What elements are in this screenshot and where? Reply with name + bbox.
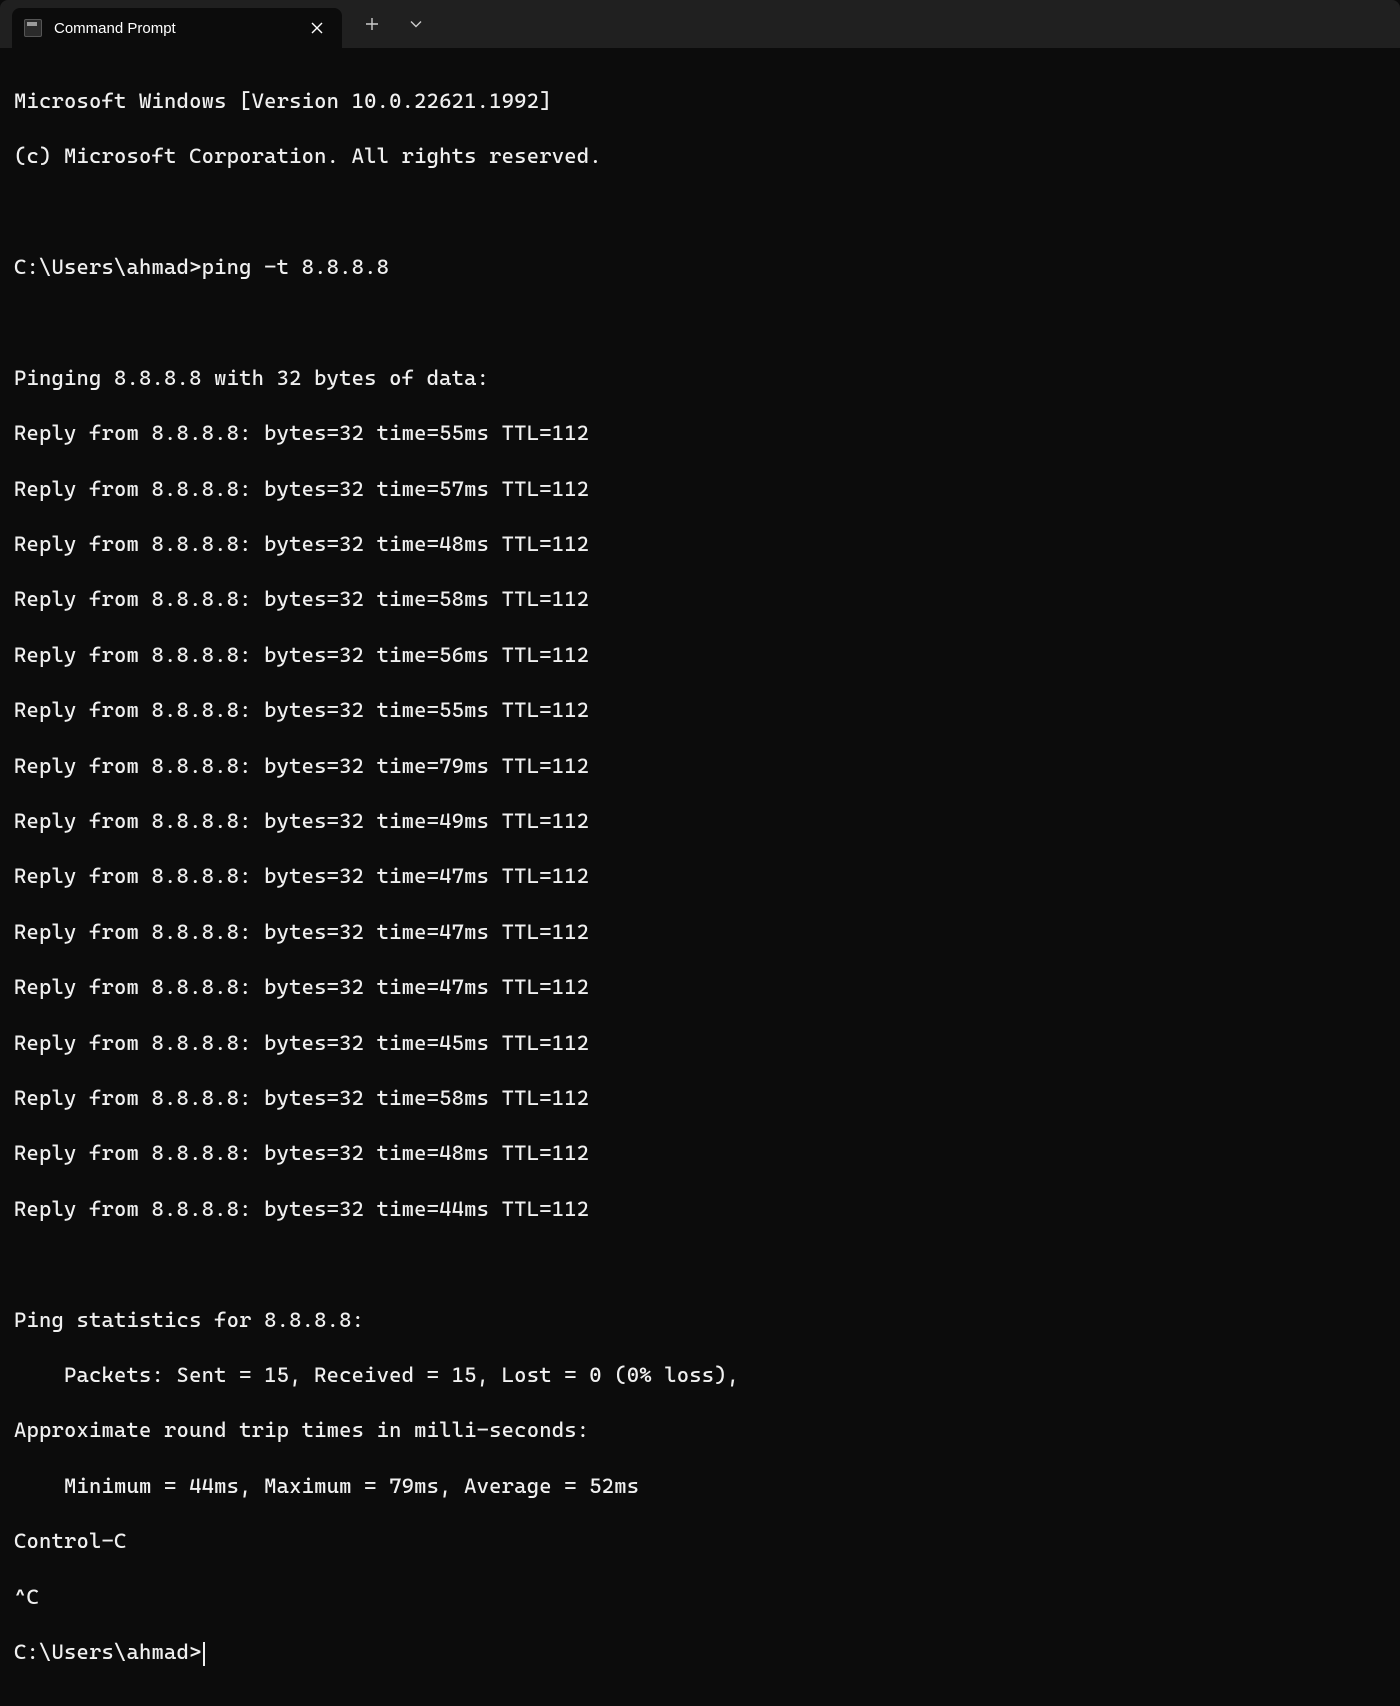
ping-reply: Reply from 8.8.8.8: bytes=32 time=48ms T…: [14, 1140, 1386, 1168]
stats-header: Ping statistics for 8.8.8.8:: [14, 1307, 1386, 1335]
ping-reply: Reply from 8.8.8.8: bytes=32 time=49ms T…: [14, 808, 1386, 836]
stats-packets: Packets: Sent = 15, Received = 15, Lost …: [14, 1362, 1386, 1390]
blank-line: [14, 199, 1386, 227]
ping-reply: Reply from 8.8.8.8: bytes=32 time=58ms T…: [14, 586, 1386, 614]
ping-reply: Reply from 8.8.8.8: bytes=32 time=57ms T…: [14, 476, 1386, 504]
plus-icon: [366, 18, 378, 30]
ping-reply: Reply from 8.8.8.8: bytes=32 time=47ms T…: [14, 974, 1386, 1002]
ping-reply: Reply from 8.8.8.8: bytes=32 time=47ms T…: [14, 919, 1386, 947]
blank-line: [14, 309, 1386, 337]
ping-reply: Reply from 8.8.8.8: bytes=32 time=47ms T…: [14, 863, 1386, 891]
tab-command-prompt[interactable]: Command Prompt: [12, 8, 342, 48]
command-text: ping -t 8.8.8.8: [202, 255, 390, 279]
text-cursor: [203, 1642, 205, 1666]
close-icon: [311, 22, 323, 34]
ping-reply: Reply from 8.8.8.8: bytes=32 time=58ms T…: [14, 1085, 1386, 1113]
stats-rtt-header: Approximate round trip times in milli-se…: [14, 1417, 1386, 1445]
ping-header: Pinging 8.8.8.8 with 32 bytes of data:: [14, 365, 1386, 393]
titlebar: Command Prompt: [0, 0, 1400, 48]
interrupt-sigint: ^C: [14, 1584, 1386, 1612]
titlebar-actions: [350, 0, 438, 48]
os-version-line: Microsoft Windows [Version 10.0.22621.19…: [14, 88, 1386, 116]
close-tab-button[interactable]: [306, 17, 328, 39]
ping-reply: Reply from 8.8.8.8: bytes=32 time=56ms T…: [14, 642, 1386, 670]
prompt-line: C:\Users\ahmad>: [14, 1639, 1386, 1667]
ping-reply: Reply from 8.8.8.8: bytes=32 time=79ms T…: [14, 753, 1386, 781]
copyright-line: (c) Microsoft Corporation. All rights re…: [14, 143, 1386, 171]
prompt-path: C:\Users\ahmad>: [14, 255, 202, 279]
ping-reply: Reply from 8.8.8.8: bytes=32 time=48ms T…: [14, 531, 1386, 559]
stats-rtt-values: Minimum = 44ms, Maximum = 79ms, Average …: [14, 1473, 1386, 1501]
terminal-output[interactable]: Microsoft Windows [Version 10.0.22621.19…: [0, 48, 1400, 1706]
chevron-down-icon: [410, 20, 422, 28]
tab-dropdown-button[interactable]: [394, 4, 438, 44]
new-tab-button[interactable]: [350, 4, 394, 44]
interrupt-label: Control-C: [14, 1528, 1386, 1556]
prompt-path: C:\Users\ahmad>: [14, 1640, 202, 1664]
ping-reply: Reply from 8.8.8.8: bytes=32 time=45ms T…: [14, 1030, 1386, 1058]
blank-line: [14, 1251, 1386, 1279]
terminal-icon: [24, 19, 42, 37]
ping-reply: Reply from 8.8.8.8: bytes=32 time=55ms T…: [14, 420, 1386, 448]
command-line: C:\Users\ahmad>ping -t 8.8.8.8: [14, 254, 1386, 282]
ping-reply: Reply from 8.8.8.8: bytes=32 time=55ms T…: [14, 697, 1386, 725]
ping-reply: Reply from 8.8.8.8: bytes=32 time=44ms T…: [14, 1196, 1386, 1224]
tab-title: Command Prompt: [54, 20, 306, 37]
